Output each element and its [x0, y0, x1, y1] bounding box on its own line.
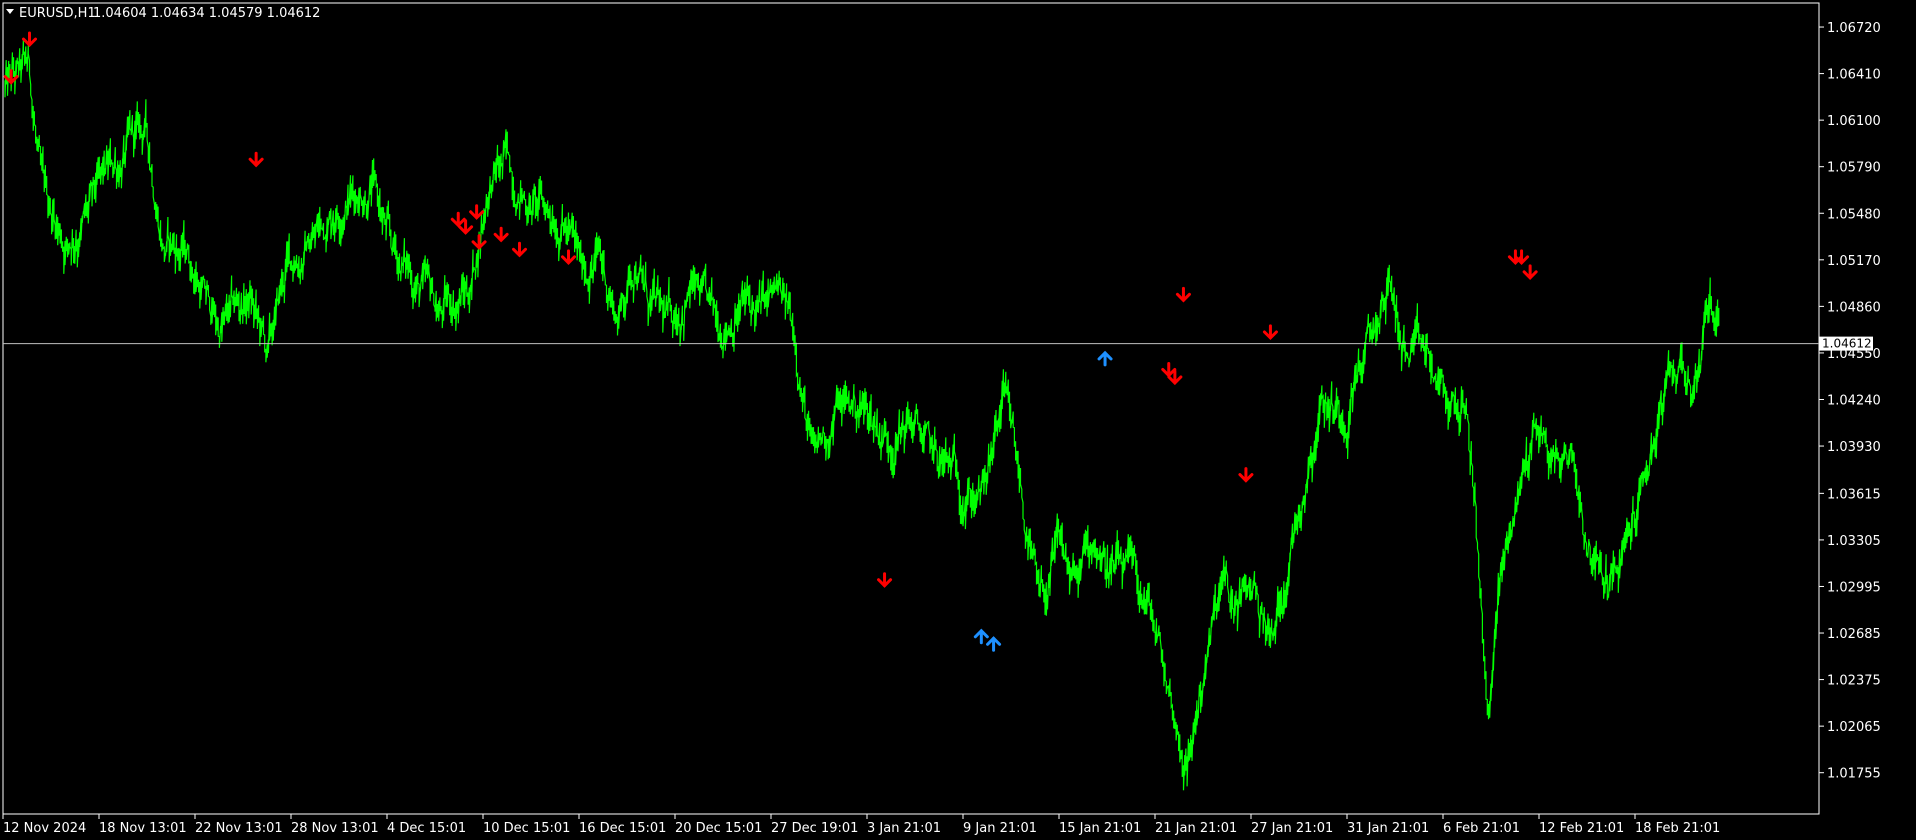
price-chart[interactable]: 1.06720 1.06410 1.06100 1.05790 1.05480 1.051…	[0, 0, 1916, 840]
x-tick-label: 6 Feb 21:01	[1443, 821, 1520, 836]
x-tick-label: 9 Jan 21:01	[963, 821, 1037, 836]
y-tick-label: 1.03305	[1827, 534, 1881, 549]
header-ohlc: 1.04604 1.04634 1.04579 1.04612	[93, 6, 320, 21]
y-tick-label: 1.02685	[1827, 627, 1881, 642]
x-tick-label: 4 Dec 15:01	[387, 821, 466, 836]
x-tick-label: 3 Jan 21:01	[867, 821, 941, 836]
y-tick-label: 1.02065	[1827, 720, 1881, 735]
y-tick-label: 1.04860	[1827, 300, 1881, 315]
x-tick-label: 15 Jan 21:01	[1059, 821, 1141, 836]
bid-label-text: 1.04612	[1822, 337, 1872, 351]
y-tick-label: 1.06410	[1827, 68, 1881, 83]
bid-price-label: 1.04612	[1819, 336, 1873, 351]
x-tick-label: 22 Nov 13:01	[195, 821, 283, 836]
y-tick-label: 1.06720	[1827, 21, 1881, 36]
x-tick-label: 20 Dec 15:01	[675, 821, 762, 836]
chart-header: EURUSD,H1 1.04604 1.04634 1.04579 1.0461…	[6, 6, 320, 21]
x-tick-label: 28 Nov 13:01	[291, 821, 379, 836]
x-tick-label: 21 Jan 21:01	[1155, 821, 1237, 836]
x-tick-label: 12 Feb 21:01	[1539, 821, 1624, 836]
y-tick-label: 1.05480	[1827, 207, 1881, 222]
y-tick-label: 1.03615	[1827, 487, 1881, 502]
y-tick-label: 1.03930	[1827, 440, 1881, 455]
x-tick-label: 27 Jan 21:01	[1251, 821, 1333, 836]
y-tick-label: 1.05790	[1827, 161, 1881, 176]
x-tick-label: 31 Jan 21:01	[1347, 821, 1429, 836]
y-tick-label: 1.05170	[1827, 254, 1881, 269]
y-tick-label: 1.06100	[1827, 114, 1881, 129]
y-tick-label: 1.02995	[1827, 580, 1881, 595]
y-tick-label: 1.04240	[1827, 393, 1881, 408]
header-symbol: EURUSD,H1	[19, 6, 96, 21]
y-tick-label: 1.02375	[1827, 674, 1881, 689]
x-tick-label: 12 Nov 2024	[3, 821, 86, 836]
x-tick-label: 16 Dec 15:01	[579, 821, 666, 836]
y-tick-label: 1.01755	[1827, 767, 1881, 782]
x-tick-label: 10 Dec 15:01	[483, 821, 570, 836]
x-tick-label: 18 Feb 21:01	[1635, 821, 1720, 836]
chart-background	[0, 0, 1916, 840]
x-tick-label: 18 Nov 13:01	[99, 821, 187, 836]
x-tick-label: 27 Dec 19:01	[771, 821, 858, 836]
